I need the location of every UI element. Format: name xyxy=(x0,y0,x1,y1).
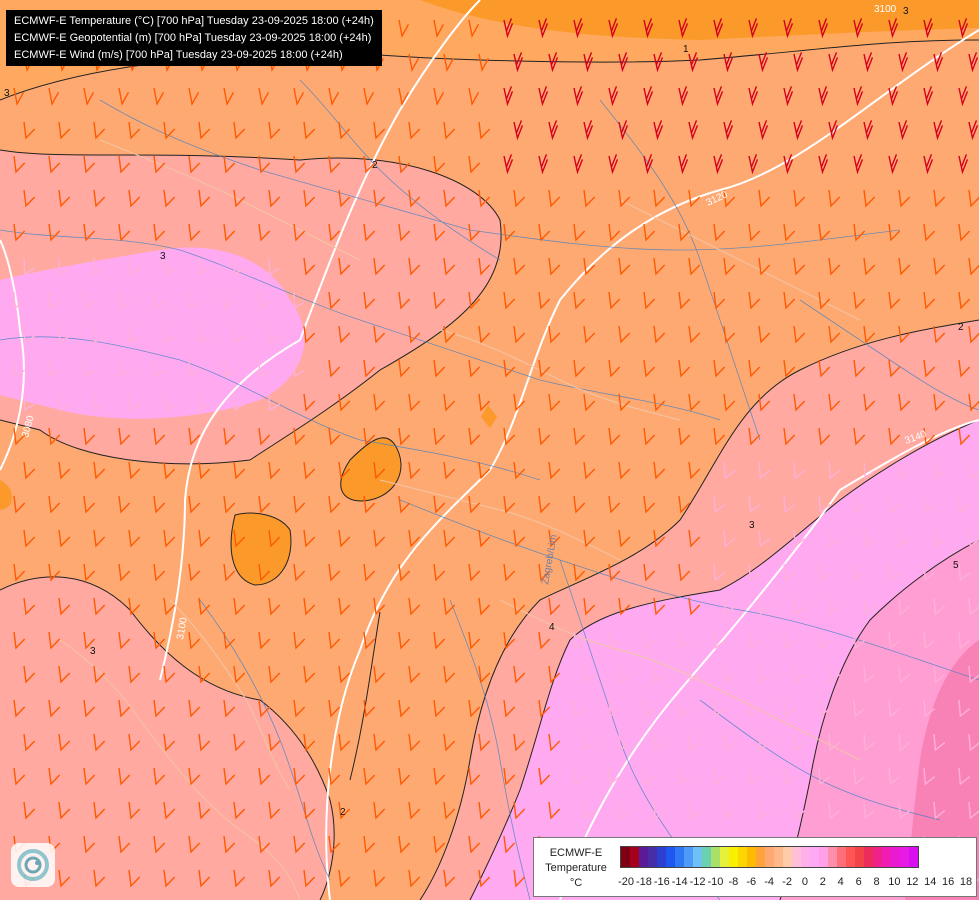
title-geopotential: ECMWF-E Geopotential (m) [700 hPa] Tuesd… xyxy=(14,32,372,44)
legend-swatch xyxy=(891,847,900,867)
legend-tick-label: -2 xyxy=(782,876,792,888)
legend-swatch xyxy=(801,847,810,867)
legend-swatch xyxy=(729,847,738,867)
legend-swatch xyxy=(819,847,828,867)
legend-swatch xyxy=(873,847,882,867)
legend-tick-label: 16 xyxy=(941,876,955,888)
legend-swatch xyxy=(747,847,756,867)
legend-tick-label: 4 xyxy=(837,876,844,888)
temperature-legend: ECMWF-E Temperature °C -20 -18 -16 -14 -12 -1… xyxy=(533,837,977,897)
legend-swatch xyxy=(702,847,711,867)
legend-title: ECMWF-E Temperature °C xyxy=(538,846,614,891)
legend-swatch xyxy=(630,847,639,867)
legend-tick-label: -14 xyxy=(671,876,688,888)
legend-swatch xyxy=(882,847,891,867)
legend-tick-label: 10 xyxy=(888,876,901,888)
legend-swatch xyxy=(864,847,873,867)
legend-variable: Temperature xyxy=(545,862,607,874)
legend-swatch xyxy=(837,847,846,867)
legend-tick-label: -18 xyxy=(635,876,652,888)
legend-tick-label: -8 xyxy=(728,876,739,888)
legend-swatch xyxy=(900,847,909,867)
weather-map: 1 2 3 2 3 3 4 5 2 3 3 3100 3120 3140 308… xyxy=(0,0,979,900)
legend-swatch xyxy=(639,847,648,867)
legend-swatch xyxy=(774,847,783,867)
provider-logo-icon xyxy=(11,843,55,887)
legend-swatch xyxy=(909,847,918,867)
legend-tick-label: 6 xyxy=(855,876,862,888)
isotherm-label: 2 xyxy=(340,807,346,818)
legend-tick-label: -20 xyxy=(618,876,634,888)
legend-swatch xyxy=(846,847,855,867)
legend-swatch xyxy=(738,847,747,867)
isotherm-label: 5 xyxy=(953,560,959,571)
geopotential-label: 3100 xyxy=(874,4,897,15)
legend-swatch xyxy=(783,847,792,867)
legend-swatch xyxy=(648,847,657,867)
legend-color-bar xyxy=(620,846,919,868)
isotherm-label: 1 xyxy=(683,44,689,55)
band-cold-west xyxy=(0,247,305,419)
legend-tick-label: 14 xyxy=(924,876,937,888)
legend-tick-label: -10 xyxy=(707,876,724,888)
legend-swatch xyxy=(693,847,702,867)
isotherm-label: 2 xyxy=(372,160,378,171)
legend-swatch xyxy=(657,847,666,867)
legend-swatch xyxy=(666,847,675,867)
isotherm-label: 3 xyxy=(749,520,755,531)
legend-swatch xyxy=(621,847,630,867)
legend-tick-label: -16 xyxy=(653,876,670,888)
legend-tick-label: 2 xyxy=(819,876,826,888)
legend-swatch xyxy=(810,847,819,867)
legend-ticks: -20 -18 -16 -14 -12 -10 -8 -6 -4 -2 0 2 4 6 8 10 12 14 16 1… xyxy=(614,876,974,890)
map-title-box: ECMWF-E Temperature (°C) [700 hPa] Tuesd… xyxy=(6,10,382,66)
title-wind: ECMWF-E Wind (m/s) [700 hPa] Tuesday 23-… xyxy=(14,49,343,61)
legend-swatch xyxy=(756,847,765,867)
legend-swatch xyxy=(792,847,801,867)
legend-swatch xyxy=(711,847,720,867)
legend-swatch xyxy=(855,847,864,867)
legend-swatch xyxy=(675,847,684,867)
legend-swatch xyxy=(720,847,729,867)
legend-tick-label: -6 xyxy=(746,876,757,888)
legend-model: ECMWF-E xyxy=(549,847,603,859)
legend-tick-label: 12 xyxy=(906,876,919,888)
isotherm-label: 3 xyxy=(903,6,909,17)
legend-tick-label: 0 xyxy=(801,876,808,888)
isotherm-label: 3 xyxy=(4,88,10,99)
legend-tick-label: -12 xyxy=(689,876,706,888)
legend-swatch xyxy=(684,847,693,867)
legend-tick-label: 8 xyxy=(873,876,880,888)
legend-unit: °C xyxy=(569,877,583,889)
legend-swatch xyxy=(765,847,774,867)
isotherm-label: 3 xyxy=(160,251,166,262)
legend-tick-label: -4 xyxy=(764,876,775,888)
legend-tick-label: 18 xyxy=(959,876,973,888)
isotherm-label: 2 xyxy=(958,322,964,333)
isotherm-label: 4 xyxy=(549,622,555,633)
title-temperature: ECMWF-E Temperature (°C) [700 hPa] Tuesd… xyxy=(14,15,374,27)
isotherm-label: 3 xyxy=(90,646,96,657)
legend-swatch xyxy=(828,847,837,867)
